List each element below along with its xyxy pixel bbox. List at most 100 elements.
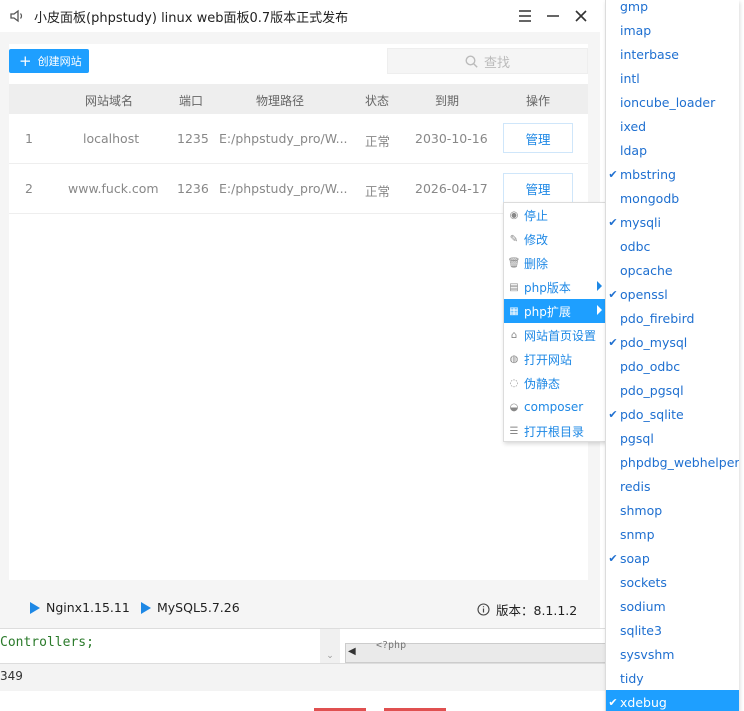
extension-item[interactable]: imap — [606, 18, 739, 42]
extension-item[interactable]: ✔ mbstring — [606, 162, 739, 186]
create-site-button[interactable]: + 创建网站 — [9, 49, 89, 73]
context-menu-label: 打开网站 — [524, 352, 573, 367]
nginx-status[interactable]: Nginx1.15.11 — [30, 600, 130, 615]
extension-item[interactable]: sqlite3 — [606, 618, 739, 642]
checkmark-icon: ✔ — [608, 287, 618, 301]
extension-item[interactable]: pdo_odbc — [606, 354, 739, 378]
extension-label: gmp — [620, 0, 649, 14]
extension-item[interactable]: ixed — [606, 114, 739, 138]
close-icon[interactable] — [570, 5, 592, 27]
extension-item[interactable]: ✔ xdebug — [606, 690, 739, 711]
search-input[interactable]: 查找 — [387, 48, 588, 74]
table-row[interactable]: 2 www.fuck.com 1236 E:/phpstudy_pro/W...… — [9, 164, 588, 214]
context-menu-label: 删除 — [524, 256, 549, 271]
table-header: 网站域名 端口 物理路径 状态 到期 操作 — [9, 84, 588, 114]
manage-button[interactable]: 管理 — [503, 173, 573, 203]
row-index: 1 — [25, 131, 33, 146]
context-menu-item[interactable]: ◌ 伪静态 — [504, 371, 606, 395]
extension-label: snmp — [620, 526, 655, 542]
submenu-arrow-icon — [597, 281, 602, 291]
extension-item[interactable]: tidy — [606, 666, 739, 690]
extension-label: sodium — [620, 598, 666, 614]
row-port: 1236 — [177, 181, 209, 196]
extension-item[interactable]: mongodb — [606, 186, 739, 210]
row-path: E:/phpstudy_pro/W... — [219, 181, 348, 196]
extension-item[interactable]: ✔ pdo_sqlite — [606, 402, 739, 426]
extension-item[interactable]: opcache — [606, 258, 739, 282]
window-title: 小皮面板(phpstudy) linux web面板0.7版本正式发布 — [34, 11, 349, 26]
plus-icon: + — [19, 51, 32, 70]
extension-label: opcache — [620, 262, 673, 278]
extension-label: mysqli — [620, 214, 661, 230]
extension-label: pdo_pgsql — [620, 382, 684, 398]
row-expiry: 2026-04-17 — [415, 181, 488, 196]
extension-item[interactable]: interbase — [606, 42, 739, 66]
version-info: 版本：8.1.1.2 — [477, 600, 577, 619]
extension-label: tidy — [620, 670, 644, 686]
menu-icon[interactable] — [514, 5, 536, 27]
code-editor: Controllers; ⌄ ◀ <?php 349 — [0, 628, 606, 691]
context-menu-label: php版本 — [524, 280, 571, 295]
extension-label: pgsql — [620, 430, 654, 446]
extension-item[interactable]: intl — [606, 66, 739, 90]
extension-item[interactable]: ioncube_loader — [606, 90, 739, 114]
mysql-status[interactable]: MySQL5.7.26 — [141, 600, 240, 615]
context-menu-item[interactable]: ⌂ 网站首页设置 — [504, 323, 606, 347]
extension-item[interactable]: snmp — [606, 522, 739, 546]
extension-label: ldap — [620, 142, 648, 158]
context-menu-label: php扩展 — [524, 304, 571, 319]
extension-item[interactable]: gmp — [606, 0, 739, 18]
header-port: 端口 — [179, 94, 204, 108]
rewrite-icon: ◌ — [509, 377, 519, 389]
context-menu-item[interactable]: ◉ 停止 — [504, 203, 606, 227]
extension-label: xdebug — [620, 694, 667, 710]
context-menu-item[interactable]: ◍ 打开网站 — [504, 347, 606, 371]
extension-label: shmop — [620, 502, 663, 518]
extension-item[interactable]: shmop — [606, 498, 739, 522]
php-extension-submenu: gmp imap interbase intl ioncube_loaderixed ld… — [605, 0, 739, 711]
extension-label: pdo_sqlite — [620, 406, 684, 422]
composer-icon: ◒ — [509, 401, 519, 413]
minimize-icon[interactable] — [542, 5, 564, 27]
extension-label: sockets — [620, 574, 667, 590]
chevron-down-icon: ⌄ — [326, 651, 334, 661]
extension-item[interactable]: sockets — [606, 570, 739, 594]
row-status: 正常 — [365, 184, 391, 199]
header-expiry: 到期 — [435, 94, 460, 108]
submenu-arrow-icon — [597, 305, 602, 315]
context-menu-item[interactable]: 🗑 删除 — [504, 251, 606, 275]
extension-item[interactable]: ldap — [606, 138, 739, 162]
extension-item[interactable]: ✔ openssl — [606, 282, 739, 306]
extension-item[interactable]: pdo_firebird — [606, 306, 739, 330]
context-menu-item[interactable]: ▤ php版本 — [504, 275, 606, 299]
extension-item[interactable]: ✔ mysqli — [606, 210, 739, 234]
extension-item[interactable]: pdo_pgsql — [606, 378, 739, 402]
context-menu-item[interactable]: ▦ php扩展 — [504, 299, 606, 323]
extension-item[interactable]: ✔ soap — [606, 546, 739, 570]
extension-label: interbase — [620, 46, 679, 62]
extension-item[interactable]: ✔ pdo_mysql — [606, 330, 739, 354]
row-path: E:/phpstudy_pro/W... — [219, 131, 348, 146]
extension-label: pdo_mysql — [620, 334, 688, 350]
code-line: Controllers; — [0, 635, 94, 650]
extension-label: ioncube_loader — [620, 94, 716, 110]
manage-button[interactable]: 管理 — [503, 123, 573, 153]
search-placeholder: 查找 — [483, 55, 510, 71]
row-status: 正常 — [365, 134, 391, 149]
extension-item[interactable]: pgsql — [606, 426, 739, 450]
extension-item[interactable]: sodium — [606, 594, 739, 618]
extension-item[interactable]: odbc — [606, 234, 739, 258]
checkmark-icon: ✔ — [608, 407, 618, 421]
context-menu-item[interactable]: ◒ composer — [504, 395, 606, 419]
context-menu-label: 伪静态 — [524, 376, 561, 391]
context-menu-item[interactable]: ✎ 修改 — [504, 227, 606, 251]
extension-item[interactable]: sysvshm — [606, 642, 739, 666]
extension-item[interactable]: phpdbg_webhelper — [606, 450, 739, 474]
extension-label: ixed — [620, 118, 647, 134]
extension-item[interactable]: redis — [606, 474, 739, 498]
vertical-scrollbar[interactable]: ⌄ — [320, 629, 340, 663]
horizontal-scrollbar[interactable]: ◀ <?php — [345, 640, 606, 663]
context-menu-label: 网站首页设置 — [524, 328, 597, 343]
context-menu-item[interactable]: ☰ 打开根目录 — [504, 419, 606, 443]
table-row[interactable]: 1 localhost 1235 E:/phpstudy_pro/W... 正常… — [9, 114, 588, 164]
